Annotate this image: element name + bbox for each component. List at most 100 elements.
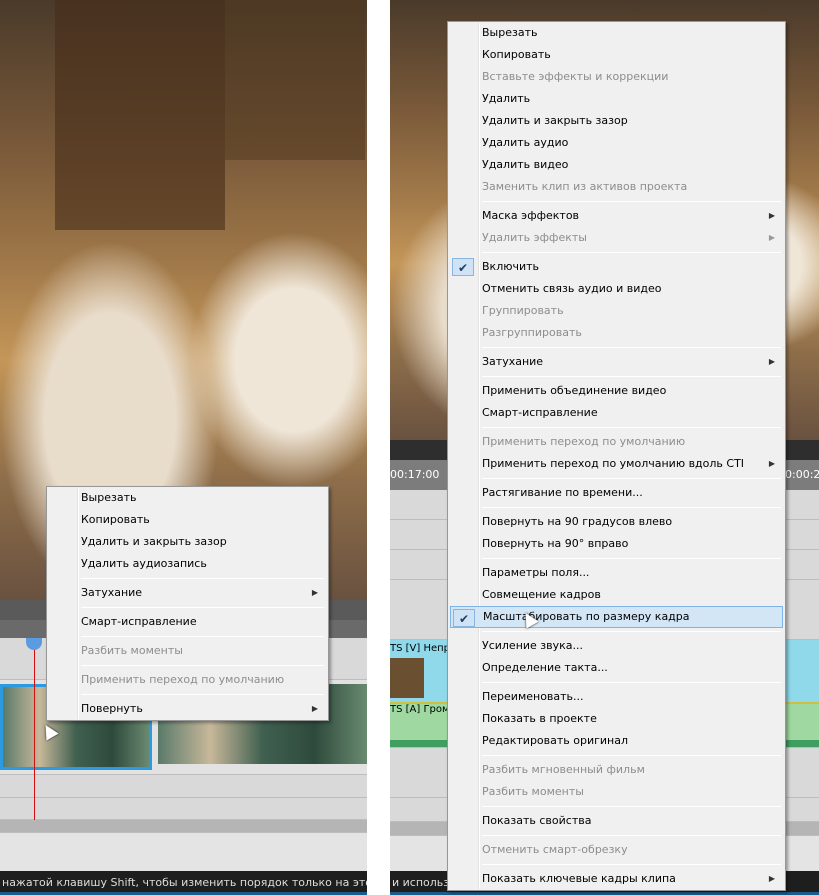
status-bar: нажатой клавишу Shift, чтобы изменить по… bbox=[0, 871, 367, 895]
menu-item-label: Повернуть на 90° вправо bbox=[482, 537, 629, 550]
menu-item-label: Показать в проекте bbox=[482, 712, 597, 725]
audio-track bbox=[0, 775, 367, 798]
menu-item-label: Разбить моменты bbox=[482, 785, 584, 798]
audio-clip-label: TS [A] Гром bbox=[390, 704, 450, 715]
menu-item[interactable]: Копировать bbox=[49, 509, 326, 531]
menu-item[interactable]: Удалить и закрыть зазор bbox=[49, 531, 326, 553]
menu-separator bbox=[482, 558, 781, 559]
menu-item[interactable]: Отменить связь аудио и видео bbox=[450, 278, 783, 300]
submenu-arrow-icon: ▶ bbox=[768, 874, 775, 883]
menu-item-label: Редактировать оригинал bbox=[482, 734, 629, 747]
menu-item-label: Копировать bbox=[81, 513, 150, 526]
submenu-arrow-icon: ▶ bbox=[311, 588, 318, 597]
menu-item[interactable]: Повернуть на 90 градусов влево bbox=[450, 511, 783, 533]
menu-item[interactable]: Разбить мгновенный фильм bbox=[450, 759, 783, 781]
menu-item[interactable]: Удалить эффекты ▶ bbox=[450, 227, 783, 249]
menu-item-label: Затухание bbox=[81, 586, 143, 599]
menu-item-label: Переименовать... bbox=[482, 690, 584, 703]
menu-separator bbox=[482, 478, 781, 479]
menu-item-label: Применить переход по умолчанию bbox=[482, 435, 686, 448]
menu-item[interactable]: Повернуть на 90° вправо bbox=[450, 533, 783, 555]
menu-item[interactable]: Показать свойства bbox=[450, 810, 783, 832]
empty-track bbox=[0, 833, 367, 873]
menu-item[interactable]: Усиление звука... bbox=[450, 635, 783, 657]
menu-item[interactable]: Затухание ▶ bbox=[450, 351, 783, 373]
menu-separator bbox=[81, 636, 324, 637]
menu-item[interactable]: Смарт-исправление bbox=[450, 402, 783, 424]
menu-item[interactable]: Группировать bbox=[450, 300, 783, 322]
check-icon: ✔ bbox=[453, 609, 475, 627]
playhead-line[interactable] bbox=[34, 640, 35, 820]
menu-separator bbox=[482, 755, 781, 756]
menu-item-label: Смарт-исправление bbox=[482, 406, 598, 419]
menu-item[interactable]: Копировать bbox=[450, 44, 783, 66]
menu-item[interactable]: Отменить смарт-обрезку bbox=[450, 839, 783, 861]
menu-separator bbox=[482, 835, 781, 836]
menu-item[interactable]: Заменить клип из активов проекта bbox=[450, 176, 783, 198]
menu-item-label: Удалить bbox=[482, 92, 531, 105]
menu-item-label: Совмещение кадров bbox=[482, 588, 601, 601]
menu-item-label: Растягивание по времени... bbox=[482, 486, 643, 499]
menu-separator bbox=[482, 806, 781, 807]
menu-item[interactable]: Маска эффектов ▶ bbox=[450, 205, 783, 227]
menu-item-label: Масштабировать по размеру кадра bbox=[483, 610, 690, 623]
menu-item[interactable]: Вырезать bbox=[450, 22, 783, 44]
menu-item[interactable]: Разбить моменты bbox=[450, 781, 783, 803]
menu-item[interactable]: Применить переход по умолчанию вдоль CTI… bbox=[450, 453, 783, 475]
menu-item[interactable]: Растягивание по времени... bbox=[450, 482, 783, 504]
menu-item[interactable]: ✔ Включить bbox=[450, 256, 783, 278]
menu-item[interactable]: Параметры поля... bbox=[450, 562, 783, 584]
menu-item[interactable]: Показать в проекте bbox=[450, 708, 783, 730]
menu-item[interactable]: Вырезать bbox=[49, 487, 326, 509]
menu-item[interactable]: Удалить bbox=[450, 88, 783, 110]
context-menu: Вырезать Копировать Вставьте эффекты и кор… bbox=[447, 21, 786, 891]
menu-item-label: Разгруппировать bbox=[482, 326, 582, 339]
timecode-right: 0:00:2 bbox=[785, 468, 819, 481]
menu-item-label: Разбить моменты bbox=[81, 644, 183, 657]
menu-separator bbox=[81, 694, 324, 695]
menu-item-label: Маска эффектов bbox=[482, 209, 580, 222]
check-icon: ✔ bbox=[452, 258, 474, 276]
menu-item-label: Удалить эффекты bbox=[482, 231, 587, 244]
menu-item-label: Группировать bbox=[482, 304, 564, 317]
menu-item[interactable]: Затухание ▶ bbox=[49, 582, 326, 604]
menu-item[interactable]: Применить переход по умолчанию bbox=[450, 431, 783, 453]
menu-item-label: Показать свойства bbox=[482, 814, 592, 827]
menu-item-label: Вырезать bbox=[81, 491, 137, 504]
menu-item-label: Параметры поля... bbox=[482, 566, 590, 579]
menu-separator bbox=[482, 252, 781, 253]
submenu-arrow-icon: ▶ bbox=[768, 357, 775, 366]
menu-item-label: Заменить клип из активов проекта bbox=[482, 180, 688, 193]
menu-item-label: Вставьте эффекты и коррекции bbox=[482, 70, 669, 83]
menu-separator bbox=[482, 507, 781, 508]
menu-item[interactable]: ✔ Масштабировать по размеру кадра bbox=[450, 606, 783, 628]
menu-separator bbox=[81, 665, 324, 666]
menu-item[interactable]: Повернуть ▶ bbox=[49, 698, 326, 720]
menu-item-label: Определение такта... bbox=[482, 661, 608, 674]
menu-item[interactable]: Совмещение кадров bbox=[450, 584, 783, 606]
menu-item[interactable]: Редактировать оригинал bbox=[450, 730, 783, 752]
menu-item[interactable]: Определение такта... bbox=[450, 657, 783, 679]
menu-item[interactable]: Вставьте эффекты и коррекции bbox=[450, 66, 783, 88]
menu-item-label: Удалить видео bbox=[482, 158, 569, 171]
menu-item[interactable]: Переименовать... bbox=[450, 686, 783, 708]
menu-item[interactable]: Удалить аудиозапись bbox=[49, 553, 326, 575]
menu-item[interactable]: Применить переход по умолчанию bbox=[49, 669, 326, 691]
menu-item[interactable]: Разбить моменты bbox=[49, 640, 326, 662]
menu-item-label: Разбить мгновенный фильм bbox=[482, 763, 645, 776]
menu-item[interactable]: Удалить и закрыть зазор bbox=[450, 110, 783, 132]
menu-separator bbox=[482, 631, 781, 632]
audio-track bbox=[0, 798, 367, 820]
menu-item[interactable]: Разгруппировать bbox=[450, 322, 783, 344]
menu-item-label: Применить переход по умолчанию вдоль CTI bbox=[482, 457, 745, 470]
context-menu: Вырезать Копировать Удалить и закрыть зазо… bbox=[46, 486, 329, 721]
menu-item[interactable]: Смарт-исправление bbox=[49, 611, 326, 633]
menu-item-label: Копировать bbox=[482, 48, 551, 61]
menu-separator bbox=[81, 607, 324, 608]
menu-item-label: Показать ключевые кадры клипа bbox=[482, 872, 676, 885]
menu-item[interactable]: Показать ключевые кадры клипа ▶ bbox=[450, 868, 783, 890]
menu-item-label: Вырезать bbox=[482, 26, 538, 39]
menu-item[interactable]: Удалить видео bbox=[450, 154, 783, 176]
menu-item[interactable]: Удалить аудио bbox=[450, 132, 783, 154]
menu-item[interactable]: Применить объединение видео bbox=[450, 380, 783, 402]
